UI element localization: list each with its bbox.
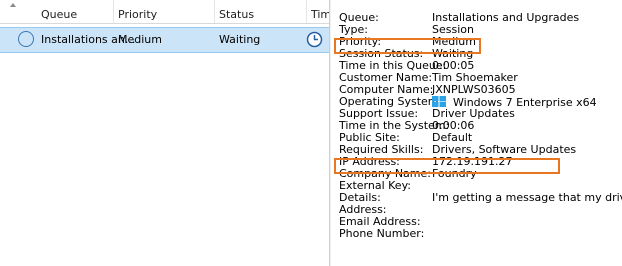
required-skills-highlight-box [334,158,560,174]
queue-list-header: Queue Priority Status Tim [0,0,329,24]
column-header-queue[interactable]: Queue [41,0,77,23]
column-header-time[interactable]: Tim [311,0,329,23]
detail-row: Phone Number: [339,228,622,240]
detail-row: Queue: Installations and Upgrades [339,12,622,24]
priority-highlight-box [334,38,481,54]
windows-icon [432,96,446,107]
detail-row: Type: Session [339,24,622,36]
session-status-circle-icon [18,31,34,47]
detail-label: Phone Number: [339,227,425,240]
detail-value: I'm getting a message that my drive... [432,191,622,204]
column-header-status[interactable]: Status [219,0,254,23]
column-header-priority[interactable]: Priority [118,0,157,23]
clock-icon [306,31,323,48]
column-separator[interactable] [214,0,215,23]
detail-value: JXNPLWS03605 [432,83,516,96]
session-details-panel: Queue: Installations and Upgrades Type: Ses… [331,0,622,266]
row-priority-cell: Medium [118,33,162,46]
queue-list-panel: Queue Priority Status Tim Installations … [0,0,329,266]
queue-row-selected[interactable]: Installations an... Medium Waiting [0,27,329,53]
sort-ascending-icon[interactable] [10,3,16,7]
column-separator[interactable] [306,0,307,23]
column-separator[interactable] [113,0,114,23]
row-status-cell: Waiting [219,33,261,46]
